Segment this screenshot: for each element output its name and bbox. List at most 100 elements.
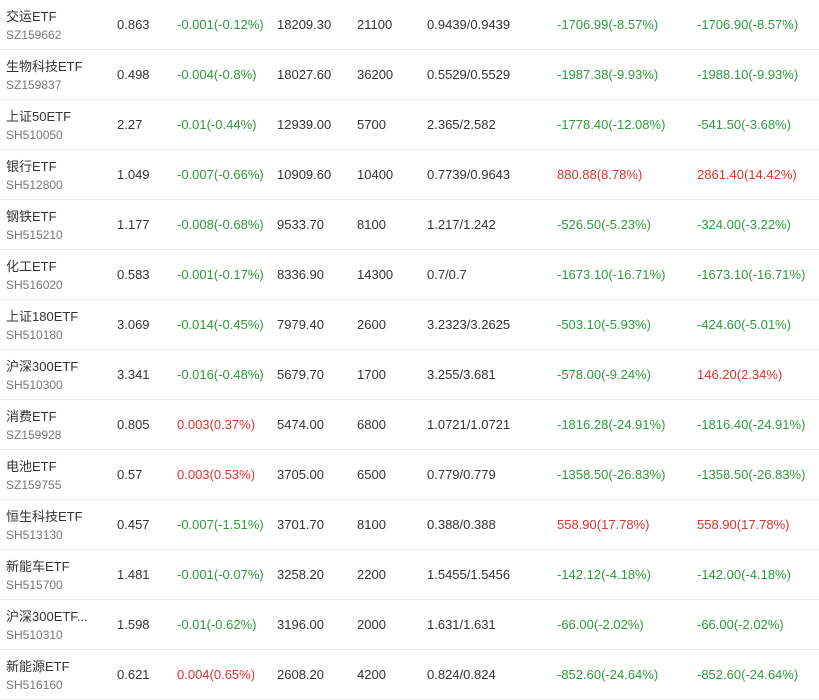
price: 1.481 <box>117 567 150 582</box>
profit-loss: -1358.50(-26.83%) <box>557 467 666 482</box>
market-value: 12939.00 <box>277 117 332 132</box>
market-value: 10909.60 <box>277 167 332 182</box>
table-row[interactable]: 新能车ETF SH515700 1.481 -0.001(-0.07%) 3258.20… <box>0 550 819 600</box>
fund-name-cell: 银行ETF SH512800 <box>6 150 106 199</box>
table-row[interactable]: 沪深300ETF SH510300 3.341 -0.016(-0.48%) 5679.… <box>0 350 819 400</box>
market-value: 3258.20 <box>277 567 324 582</box>
fund-code: SZ159837 <box>6 78 62 92</box>
price-change: 0.004(0.65%) <box>177 667 256 682</box>
fund-name: 新能源ETF <box>6 659 70 674</box>
profit-loss-alt: 146.20(2.34%) <box>697 367 783 382</box>
share-count: 36200 <box>357 67 394 82</box>
profit-loss: -526.50(-5.23%) <box>557 217 651 232</box>
fund-name-cell: 化工ETF SH516020 <box>6 250 106 299</box>
fund-name-cell: 沪深300ETF SH510300 <box>6 350 106 399</box>
fund-name-cell: 恒生科技ETF SH513130 <box>6 500 106 549</box>
table-row[interactable]: 新能源ETF SH516160 0.621 0.004(0.65%) 2608.20 42… <box>0 650 819 700</box>
cost-price: 3.2323/3.2625 <box>427 317 511 332</box>
fund-name-cell: 消费ETF SZ159928 <box>6 400 106 449</box>
profit-loss-alt: -324.00(-3.22%) <box>697 217 791 232</box>
share-count: 8100 <box>357 217 386 232</box>
cost-price: 0.9439/0.9439 <box>427 17 511 32</box>
cost-price: 0.7/0.7 <box>427 267 467 282</box>
table-row[interactable]: 消费ETF SZ159928 0.805 0.003(0.37%) 5474.00 680… <box>0 400 819 450</box>
profit-loss-alt: -1988.10(-9.93%) <box>697 67 799 82</box>
price: 1.598 <box>117 617 150 632</box>
fund-code: SZ159662 <box>6 28 62 42</box>
cost-price: 3.255/3.681 <box>427 367 496 382</box>
market-value: 5679.70 <box>277 367 324 382</box>
fund-name-cell: 生物科技ETF SZ159837 <box>6 50 106 99</box>
price-change: -0.001(-0.07%) <box>177 567 264 582</box>
price-change: -0.01(-0.44%) <box>177 117 257 132</box>
table-row[interactable]: 上证180ETF SH510180 3.069 -0.014(-0.45%) 7979.… <box>0 300 819 350</box>
fund-name: 钢铁ETF <box>6 209 57 224</box>
share-count: 4200 <box>357 667 386 682</box>
profit-loss-alt: 558.90(17.78%) <box>697 517 790 532</box>
fund-name: 沪深300ETF <box>6 359 79 374</box>
fund-name: 沪深300ETF... <box>6 609 88 624</box>
table-row[interactable]: 恒生科技ETF SH513130 0.457 -0.007(-1.51%) 3701.7… <box>0 500 819 550</box>
table-row[interactable]: 银行ETF SH512800 1.049 -0.007(-0.66%) 10909.60… <box>0 150 819 200</box>
market-value: 5474.00 <box>277 417 324 432</box>
price: 1.177 <box>117 217 150 232</box>
price: 0.805 <box>117 417 150 432</box>
price: 0.863 <box>117 17 150 32</box>
price: 0.457 <box>117 517 150 532</box>
table-row[interactable]: 上证50ETF SH510050 2.27 -0.01(-0.44%) 12939.00… <box>0 100 819 150</box>
price: 0.57 <box>117 467 143 482</box>
market-value: 7979.40 <box>277 317 324 332</box>
profit-loss: -142.12(-4.18%) <box>557 567 651 582</box>
fund-code: SH516160 <box>6 678 63 692</box>
fund-code: SH516020 <box>6 278 63 292</box>
cost-price: 2.365/2.582 <box>427 117 496 132</box>
price: 3.069 <box>117 317 150 332</box>
fund-code: SZ159755 <box>6 478 62 492</box>
fund-code: SZ159928 <box>6 428 62 442</box>
fund-name: 交运ETF <box>6 9 57 24</box>
market-value: 18209.30 <box>277 17 332 32</box>
share-count: 8100 <box>357 517 386 532</box>
profit-loss-alt: -1706.90(-8.57%) <box>697 17 799 32</box>
share-count: 14300 <box>357 267 394 282</box>
market-value: 8336.90 <box>277 267 324 282</box>
fund-code: SH510180 <box>6 328 63 342</box>
table-row[interactable]: 钢铁ETF SH515210 1.177 -0.008(-0.68%) 9533.70 8… <box>0 200 819 250</box>
cost-price: 1.217/1.242 <box>427 217 496 232</box>
table-row[interactable]: 化工ETF SH516020 0.583 -0.001(-0.17%) 8336.90 1… <box>0 250 819 300</box>
market-value: 3196.00 <box>277 617 324 632</box>
profit-loss-alt: -142.00(-4.18%) <box>697 567 791 582</box>
profit-loss: -1673.10(-16.71%) <box>557 267 666 282</box>
fund-name: 上证180ETF <box>6 309 79 324</box>
profit-loss: -1778.40(-12.08%) <box>557 117 666 132</box>
cost-price: 0.7739/0.9643 <box>427 167 511 182</box>
price-change: -0.001(-0.12%) <box>177 17 264 32</box>
price-change: -0.004(-0.8%) <box>177 67 257 82</box>
cost-price: 0.824/0.824 <box>427 667 496 682</box>
table-row[interactable]: 电池ETF SZ159755 0.57 0.003(0.53%) 3705.00 6500… <box>0 450 819 500</box>
price: 0.498 <box>117 67 150 82</box>
table-row[interactable]: 生物科技ETF SZ159837 0.498 -0.004(-0.8%) 18027.6… <box>0 50 819 100</box>
market-value: 3705.00 <box>277 467 324 482</box>
fund-name: 生物科技ETF <box>6 59 83 74</box>
profit-loss: -1987.38(-9.93%) <box>557 67 659 82</box>
table-row[interactable]: 沪深300ETF... SH510310 1.598 -0.01(-0.62%) 319… <box>0 600 819 650</box>
fund-name-cell: 电池ETF SZ159755 <box>6 450 106 499</box>
fund-code: SH510300 <box>6 378 63 392</box>
fund-name: 新能车ETF <box>6 559 70 574</box>
share-count: 2000 <box>357 617 386 632</box>
price-change: -0.001(-0.17%) <box>177 267 264 282</box>
table-row[interactable]: 交运ETF SZ159662 0.863 -0.001(-0.12%) 18209.30… <box>0 0 819 50</box>
price-change: 0.003(0.53%) <box>177 467 256 482</box>
price-change: -0.016(-0.48%) <box>177 367 264 382</box>
fund-name: 上证50ETF <box>6 109 72 124</box>
profit-loss-alt: -1816.40(-24.91%) <box>697 417 806 432</box>
share-count: 21100 <box>357 17 393 32</box>
profit-loss: -503.10(-5.93%) <box>557 317 651 332</box>
cost-price: 0.5529/0.5529 <box>427 67 511 82</box>
cost-price: 1.5455/1.5456 <box>427 567 511 582</box>
price: 0.583 <box>117 267 150 282</box>
share-count: 2200 <box>357 567 386 582</box>
cost-price: 1.631/1.631 <box>427 617 496 632</box>
fund-name-cell: 上证180ETF SH510180 <box>6 300 106 349</box>
